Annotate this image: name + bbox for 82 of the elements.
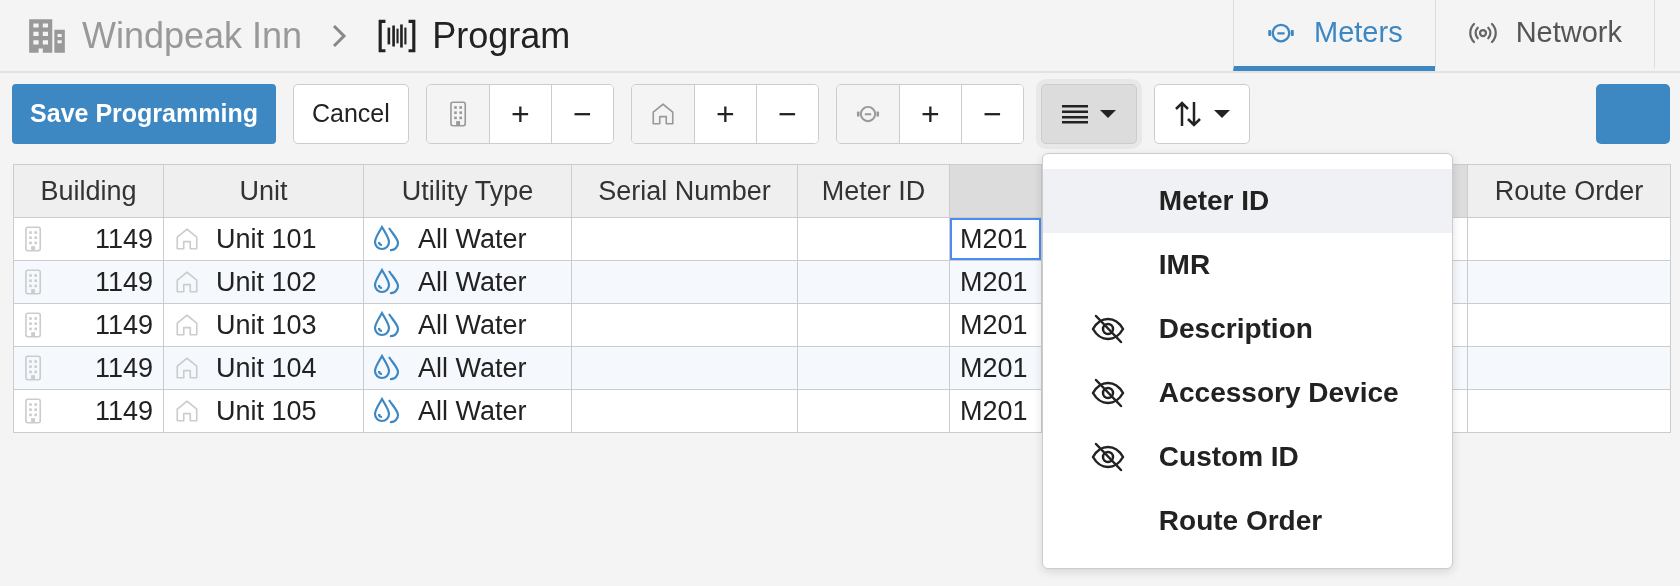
menu-item[interactable]: IMR — [1042, 233, 1452, 297]
action-button[interactable] — [1596, 84, 1670, 144]
table-cell[interactable] — [797, 217, 950, 261]
menu-item[interactable]: Custom ID — [1042, 425, 1452, 489]
building-icon — [24, 355, 43, 381]
water-drops-icon — [372, 267, 402, 297]
table-cell[interactable]: M201 — [949, 389, 1042, 433]
water-drops-icon — [372, 224, 402, 254]
water-drops-icon — [372, 310, 402, 340]
table-cell[interactable] — [797, 260, 950, 304]
caret-icon — [1099, 110, 1116, 118]
table-cell[interactable] — [571, 260, 798, 304]
eye-slash-icon — [1090, 442, 1125, 472]
table-cell[interactable] — [1467, 217, 1671, 261]
column-header[interactable] — [949, 164, 1042, 218]
building-icon — [24, 269, 43, 295]
table-cell[interactable] — [571, 389, 798, 433]
table-cell-text: Unit 101 — [216, 222, 317, 256]
house-icon — [174, 398, 200, 424]
water-drops-icon — [372, 353, 402, 383]
house-icon — [174, 355, 200, 381]
table-cell-text: 1149 — [94, 222, 153, 256]
column-header[interactable]: Utility Type — [363, 164, 572, 218]
table-cell[interactable] — [571, 346, 798, 390]
tab[interactable]: Network — [1434, 0, 1655, 71]
table-cell[interactable]: M201 — [949, 217, 1042, 261]
table-cell[interactable] — [1467, 389, 1671, 433]
table-cell[interactable]: M201 — [949, 303, 1042, 347]
table-cell[interactable] — [1467, 303, 1671, 347]
table-cell-text: All Water — [418, 308, 527, 342]
table-cell-text: 1149 — [94, 394, 153, 428]
column-header[interactable]: Serial Number — [571, 164, 798, 218]
building-icon — [24, 398, 43, 424]
building-icon — [24, 226, 43, 252]
building-icon — [448, 101, 467, 127]
table-cell-text: 1149 — [94, 265, 153, 299]
table-cell-text: Unit 105 — [216, 394, 317, 428]
table-cell[interactable] — [797, 389, 950, 433]
house-icon — [174, 269, 200, 295]
column-header[interactable]: Meter ID — [797, 164, 950, 218]
table-cell-text: All Water — [418, 394, 527, 428]
tab[interactable]: Meters — [1233, 0, 1435, 71]
list-icon — [1061, 104, 1088, 124]
table-cell-text: Unit 102 — [216, 265, 317, 299]
remove-button[interactable]: − — [755, 85, 818, 143]
building-icon — [24, 312, 43, 338]
cancel-button[interactable]: Cancel — [293, 84, 409, 144]
house-icon — [174, 226, 200, 252]
remove-button[interactable]: − — [550, 85, 613, 143]
column-header[interactable]: Route Order — [1467, 164, 1671, 218]
water-drops-icon — [372, 396, 402, 426]
caret-icon — [1213, 110, 1230, 118]
table-cell[interactable] — [571, 303, 798, 347]
menu-item[interactable]: Route Order — [1042, 489, 1452, 553]
table-cell-text: 1149 — [94, 308, 153, 342]
table-cell-text: All Water — [418, 222, 527, 256]
table-cell[interactable] — [797, 346, 950, 390]
table-cell[interactable] — [571, 217, 798, 261]
menu-item[interactable]: Meter ID — [1042, 169, 1452, 233]
column-header[interactable]: Unit — [163, 164, 364, 218]
column-header[interactable]: Building — [13, 164, 164, 218]
house-icon — [649, 101, 676, 127]
table-cell[interactable] — [1467, 346, 1671, 390]
sort-button[interactable] — [1153, 84, 1250, 144]
menu-item[interactable]: Accessory Device — [1042, 361, 1452, 425]
table-cell-text: Unit 104 — [216, 351, 317, 385]
table-cell-text: 1149 — [94, 351, 153, 385]
menu-item[interactable]: Description — [1042, 297, 1452, 361]
eye-slash-icon — [1090, 314, 1125, 344]
table-cell-text: All Water — [418, 265, 527, 299]
house-icon — [174, 312, 200, 338]
table-cell[interactable]: M201 — [949, 260, 1042, 304]
table-cell[interactable] — [1467, 260, 1671, 304]
eye-slash-icon — [1090, 378, 1125, 408]
remove-button[interactable]: − — [960, 85, 1023, 143]
sort-arrows-icon — [1173, 100, 1202, 128]
table-cell-text: Unit 103 — [216, 308, 317, 342]
table-cell-text: All Water — [418, 351, 527, 385]
save-button[interactable]: Save Programming — [12, 84, 276, 144]
breadcrumb-item: Program — [432, 13, 571, 58]
table-cell[interactable]: M201 — [949, 346, 1042, 390]
table-cell[interactable] — [797, 303, 950, 347]
